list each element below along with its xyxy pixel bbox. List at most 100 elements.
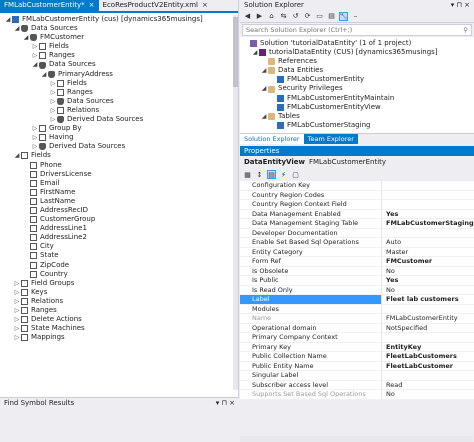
back-icon[interactable]: ◀ (243, 12, 252, 21)
expander-icon[interactable]: ▷ (31, 133, 39, 142)
expander-icon[interactable]: ▷ (49, 97, 57, 106)
expander-icon[interactable]: ▷ (49, 79, 57, 88)
expander-icon[interactable]: ▷ (49, 106, 57, 115)
tree-item[interactable]: ◢ Data Entities (240, 66, 474, 75)
property-row[interactable]: Singular Label (240, 371, 474, 381)
property-row[interactable]: Primary Company Context (240, 333, 474, 343)
tree-item[interactable]: City (0, 242, 238, 251)
tree-item[interactable]: AddressLine2 (0, 233, 238, 242)
refresh-icon[interactable]: ⟳ (303, 12, 312, 21)
expander-icon[interactable]: ▷ (49, 115, 57, 124)
property-value[interactable]: Yes (382, 276, 474, 285)
property-value[interactable] (382, 333, 474, 342)
expander-icon[interactable]: ◢ (251, 48, 259, 57)
collapse-icon[interactable]: ▭ (315, 12, 324, 21)
property-value[interactable] (382, 229, 474, 238)
pin-icon[interactable]: ▾ ⊓ × (216, 399, 235, 407)
sync-icon[interactable]: ⇆ (279, 12, 288, 21)
property-value[interactable]: FleetLabCustomer (382, 362, 474, 371)
wrench-icon[interactable]: 🔧 (339, 11, 348, 21)
property-row[interactable]: Configuration Key (240, 181, 474, 191)
property-row[interactable]: Data Management Staging Table FMLabCustom… (240, 219, 474, 229)
tree-item[interactable]: ◢ Data Sources (0, 60, 238, 69)
tree-item[interactable]: ◢ Data Sources (0, 24, 238, 33)
property-row[interactable]: Supports Set Based Sql Operations No (240, 390, 474, 400)
property-row[interactable]: Primary Key EntityKey (240, 342, 474, 352)
tree-item[interactable]: Country (0, 270, 238, 279)
more-icon[interactable]: – (351, 12, 360, 21)
properties-hscrollbar[interactable] (240, 436, 473, 442)
tree-item[interactable]: CustomerGroup (0, 215, 238, 224)
property-row[interactable]: Country Region Context Field (240, 200, 474, 210)
tree-item[interactable]: AddressLine1 (0, 224, 238, 233)
categorized-icon[interactable]: ▦ (243, 170, 252, 179)
property-value[interactable] (382, 371, 474, 380)
property-value[interactable]: NotSpecified (382, 324, 474, 333)
tree-item[interactable]: AddressRecID (0, 206, 238, 215)
tree-item[interactable]: ▷ Ranges (0, 306, 238, 315)
tree-item[interactable]: ▷ Relations (0, 106, 238, 115)
expander-icon[interactable]: ▷ (13, 333, 21, 342)
tree-item[interactable]: ◢ Fields (0, 151, 238, 160)
events-icon[interactable]: ⚡ (279, 170, 288, 179)
tree-item[interactable]: ▷ Data Sources (0, 97, 238, 106)
forward-icon[interactable]: ▶ (255, 12, 264, 21)
expander-icon[interactable]: ◢ (260, 66, 268, 75)
property-row[interactable]: Public Collection Name FleetLabCustomers (240, 352, 474, 362)
property-row[interactable]: Subscriber access level Read (240, 380, 474, 390)
tree-item[interactable]: ▷ Derived Data Sources (0, 142, 238, 151)
tree-item[interactable]: Email (0, 179, 238, 188)
tree-item[interactable]: ◢ Tables (240, 112, 474, 121)
tree-item[interactable]: ◢ tutorialDataEntity (CUS) [dynamics365mu… (240, 48, 474, 57)
pin-icon[interactable]: ▾ ⊓ × (451, 1, 470, 9)
designer-scrollbar[interactable] (233, 15, 238, 390)
expander-icon[interactable]: ▷ (31, 51, 39, 60)
tree-item[interactable]: References (240, 57, 474, 66)
expander-icon[interactable]: ▷ (13, 306, 21, 315)
expander-icon[interactable]: ▷ (13, 315, 21, 324)
expander-icon[interactable]: ▷ (13, 279, 21, 288)
scroll-thumb[interactable] (233, 17, 238, 87)
tree-item[interactable]: ▷ State Machines (0, 324, 238, 333)
tree-item[interactable]: ▷ Fields (0, 42, 238, 51)
tree-item[interactable]: ◢ Security Privileges (240, 84, 474, 93)
expander-icon[interactable]: ◢ (260, 84, 268, 93)
tree-item[interactable]: FMLabCustomerStaging (240, 121, 474, 130)
expander-icon[interactable]: ◢ (40, 70, 48, 79)
expander-icon[interactable]: ◢ (22, 33, 30, 42)
tree-item[interactable]: FMLabCustomerEntityView (240, 103, 474, 112)
property-row[interactable]: Name FMLabCustomerEntity (240, 314, 474, 324)
property-value[interactable]: Auto (382, 238, 474, 247)
tree-item[interactable]: ◢ FMLabCustomerEntity (cus) [dynamics365m… (0, 15, 238, 24)
tree-item[interactable]: ◢ FMCustomer (0, 33, 238, 42)
expander-icon[interactable]: ▷ (13, 288, 21, 297)
property-value[interactable]: Fleet lab customers (382, 295, 474, 304)
properties-icon[interactable]: ▤ (267, 170, 276, 179)
property-value[interactable]: FMLabCustomerStaging (382, 219, 474, 228)
property-row[interactable]: Label Fleet lab customers (240, 295, 474, 305)
history-icon[interactable]: ↺ (291, 12, 300, 21)
property-value[interactable]: FMCustomer (382, 257, 474, 266)
property-value[interactable]: No (382, 390, 474, 399)
tab-solution-explorer[interactable]: Solution Explorer (240, 134, 304, 144)
property-pages-icon[interactable]: ▢ (291, 170, 300, 179)
expander-icon[interactable]: ▷ (31, 124, 39, 133)
property-value[interactable]: Master (382, 248, 474, 257)
alphabetical-icon[interactable]: ↕ (255, 170, 264, 179)
expander-icon[interactable]: ▷ (31, 42, 39, 51)
expander-icon[interactable]: ◢ (260, 112, 268, 121)
property-value[interactable]: FMLabCustomerEntity (382, 314, 474, 323)
tree-item[interactable]: ▷ Mappings (0, 333, 238, 342)
tree-item[interactable]: FirstName (0, 188, 238, 197)
tree-item[interactable]: Solution 'tutorialDataEntity' (1 of 1 pr… (240, 39, 474, 48)
close-icon[interactable]: × (202, 1, 208, 9)
tab-team-explorer[interactable]: Team Explorer (303, 134, 358, 144)
property-row[interactable]: Is Obsolete No (240, 266, 474, 276)
property-row[interactable]: Developer Documentation (240, 228, 474, 238)
expander-icon[interactable]: ▷ (31, 142, 39, 151)
tree-item[interactable]: LastName (0, 197, 238, 206)
expander-icon[interactable]: ◢ (4, 15, 12, 24)
expander-icon[interactable]: ▷ (13, 297, 21, 306)
expander-icon[interactable]: ▷ (49, 88, 57, 97)
expander-icon[interactable]: ◢ (13, 24, 21, 33)
